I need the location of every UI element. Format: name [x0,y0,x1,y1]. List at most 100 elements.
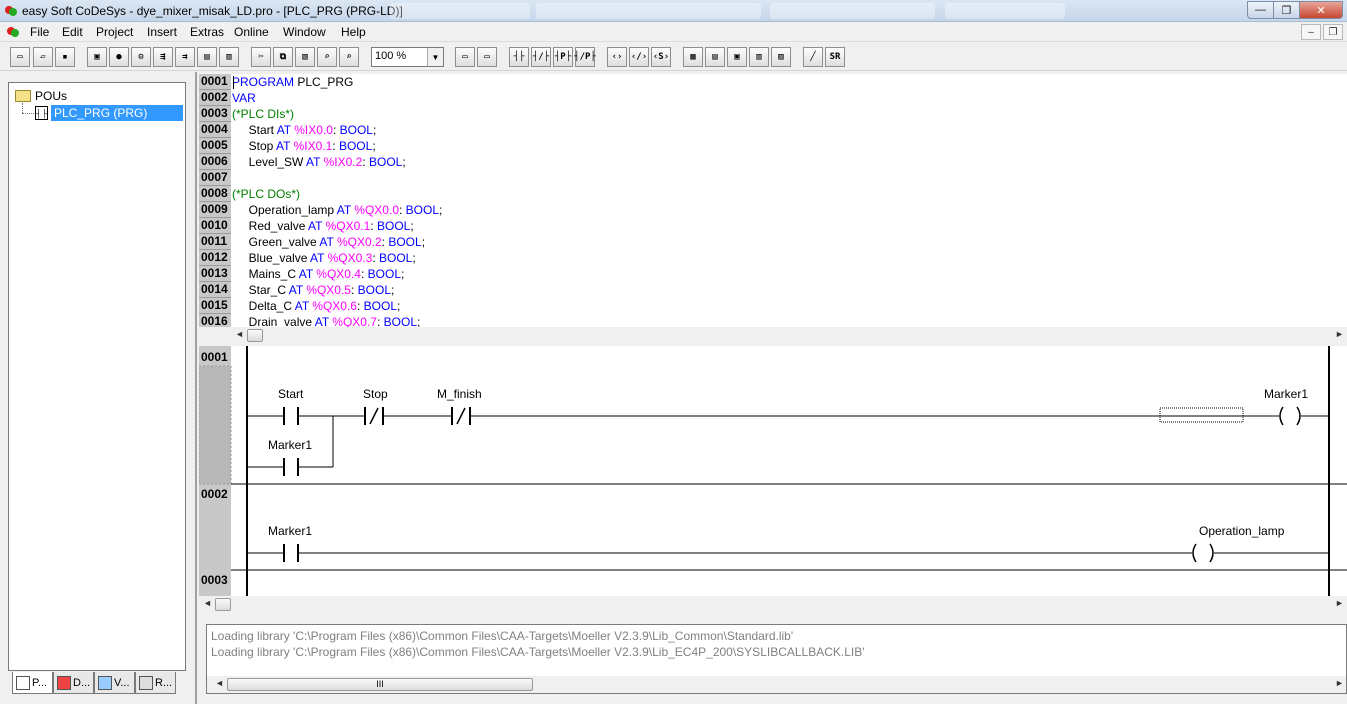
contact-label-marker1[interactable]: Marker1 [268,438,312,452]
contact-icon[interactable]: ┤├ [509,47,529,67]
mdi-minimize-button[interactable]: – [1301,24,1321,40]
menu-insert[interactable]: Insert [147,25,177,39]
login-icon[interactable]: ▣ [87,47,107,67]
code-line[interactable]: PROGRAM PLC_PRG [232,74,442,90]
menu-project[interactable]: Project [96,25,133,39]
negate-icon[interactable]: ╱ [803,47,823,67]
contact-label-stop[interactable]: Stop [363,387,388,401]
message-hscroll[interactable]: ◄ III ► [207,676,1346,693]
menu-help[interactable]: Help [341,25,366,39]
scroll-left-icon[interactable]: ◄ [215,678,224,688]
contact-label-start[interactable]: Start [278,387,303,401]
declaration-code[interactable]: PROGRAM PLC_PRG VAR (*PLC DIs*) Start AT %… [232,74,442,327]
step-icon[interactable]: ⇶ [153,47,173,67]
tab-resources[interactable]: R... [135,672,176,694]
declaration-editor[interactable]: 0001 0002 0003 0004 0005 0006 0007 0008 0009 0010… [199,74,1347,327]
code-token: : [399,203,406,217]
code-line[interactable]: Operation_lamp AT %QX0.0: BOOL; [232,202,443,218]
coil-label-marker1[interactable]: Marker1 [1264,387,1308,401]
scroll-right-icon[interactable]: ► [1335,329,1344,339]
declaration-hscroll[interactable]: ◄ ► [199,327,1347,344]
close-button[interactable]: ✕ [1299,1,1343,19]
code-line[interactable]: (*PLC DIs*) [232,106,442,122]
code-token: ; [372,123,377,137]
code-token: VAR [232,91,256,105]
menu-file[interactable]: File [30,25,49,39]
code-token: : [370,219,377,233]
scroll-thumb[interactable]: III [227,678,533,691]
negated-contact-icon[interactable]: ┤/├ [531,47,551,67]
tree-item-plc-prg[interactable]: ┤├ PLC_PRG (PRG) [35,105,183,121]
run-icon[interactable]: ⚙ [131,47,151,67]
ladder-editor[interactable]: 0001 0002 0003 Start Stop M_finish Marke… [199,346,1347,596]
set-coil-icon[interactable]: ‹S› [651,47,671,67]
new-file-icon[interactable]: ▭ [10,47,30,67]
box-enable-icon[interactable]: ▣ [727,47,747,67]
code-token: : [360,267,368,281]
menu-extras[interactable]: Extras [190,25,224,39]
code-line[interactable]: Level_SW AT %IX0.2: BOOL; [232,154,442,170]
scroll-thumb[interactable] [215,598,231,611]
code-line[interactable] [232,170,442,186]
save-icon[interactable]: ▪ [55,47,75,67]
parallel-contact-icon[interactable]: ┤P├ [553,47,573,67]
reset-icon[interactable]: ▤ [197,47,217,67]
negated-coil-icon[interactable]: ‹/› [629,47,649,67]
menu-online[interactable]: Online [234,25,269,39]
box-icon[interactable]: ▤ [705,47,725,67]
stop-icon[interactable]: ● [109,47,129,67]
tab-pous[interactable]: P... [12,672,53,694]
minimize-button[interactable]: — [1247,1,1273,19]
copy-icon[interactable]: ⧉ [273,47,293,67]
tab-data-types[interactable]: D... [53,672,94,694]
code-line[interactable]: VAR [232,90,442,106]
maximize-button[interactable]: ❐ [1273,1,1299,19]
scroll-left-icon[interactable]: ◄ [203,598,212,608]
menu-edit[interactable]: Edit [62,25,83,39]
parallel-negated-contact-icon[interactable]: ┤/P├ [574,47,596,67]
message-window[interactable]: Loading library 'C:\Program Files (x86)\… [206,624,1347,694]
document-system-icon[interactable] [6,25,20,39]
network-insert-icon[interactable]: ▭ [477,47,497,67]
line-number: 0005 [199,138,231,154]
code-line[interactable]: Stop AT %IX0.1: BOOL; [232,138,442,154]
build-icon[interactable]: ▥ [219,47,239,67]
menu-window[interactable]: Window [283,25,326,39]
zoom-select[interactable]: 100 % ▼ [371,47,444,67]
coil-label-operation-lamp[interactable]: Operation_lamp [1199,524,1284,538]
breakpoint-icon[interactable]: ⇉ [175,47,195,67]
scroll-thumb[interactable] [247,329,263,342]
code-line[interactable]: Green_valve AT %QX0.2: BOOL; [232,234,442,250]
contact-label-marker1[interactable]: Marker1 [268,524,312,538]
scroll-left-icon[interactable]: ◄ [235,329,244,339]
coil-icon[interactable]: ‹› [607,47,627,67]
code-line[interactable]: Delta_C AT %QX0.6: BOOL; [232,298,442,314]
mdi-restore-button[interactable]: ❐ [1323,24,1343,40]
jump-icon[interactable]: ▥ [749,47,769,67]
comment-icon[interactable]: ▭ [455,47,475,67]
ladder-hscroll[interactable]: ◄ ► [199,596,1347,613]
chevron-down-icon[interactable]: ▼ [427,48,443,66]
find-icon[interactable]: ⌕ [317,47,337,67]
scroll-right-icon[interactable]: ► [1335,598,1344,608]
code-line[interactable]: Blue_valve AT %QX0.3: BOOL; [232,250,442,266]
function-block-icon[interactable]: ▦ [683,47,703,67]
scroll-right-icon[interactable]: ► [1335,678,1344,688]
code-token: BOOL [368,155,403,169]
vertical-splitter[interactable] [195,72,197,704]
code-line[interactable]: (*PLC DOs*) [232,186,442,202]
cut-icon[interactable]: ✂ [251,47,271,67]
code-line[interactable]: Star_C AT %QX0.5: BOOL; [232,282,442,298]
tree-root-pous[interactable]: POUs [15,89,67,103]
contact-label-m-finish[interactable]: M_finish [437,387,482,401]
open-folder-icon[interactable]: ▱ [33,47,53,67]
code-line[interactable]: Red_valve AT %QX0.1: BOOL; [232,218,442,234]
code-line[interactable]: Drain_valve AT %QX0.7: BOOL; [232,314,442,327]
set-reset-icon[interactable]: SR [825,47,845,67]
code-line[interactable]: Mains_C AT %QX0.4: BOOL; [232,266,442,282]
find-next-icon[interactable]: ⌕ [339,47,359,67]
return-icon[interactable]: ▨ [771,47,791,67]
paste-icon[interactable]: ▧ [295,47,315,67]
tab-visualizations[interactable]: V... [94,672,135,694]
code-line[interactable]: Start AT %IX0.0: BOOL; [232,122,442,138]
